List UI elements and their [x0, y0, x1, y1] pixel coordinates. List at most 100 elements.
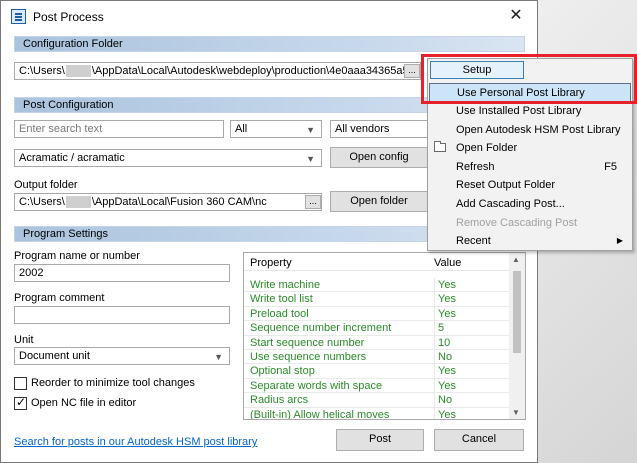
app-icon: [11, 9, 26, 24]
submenu-arrow-icon: ▶: [616, 236, 623, 245]
property-row[interactable]: Separate words with space Yes: [244, 378, 510, 394]
menu-item-label: Reset Output Folder: [456, 179, 556, 191]
post-select[interactable]: Acramatic / acramatic ▼: [14, 149, 322, 167]
unit-value: Document unit: [19, 350, 90, 362]
program-name-label: Program name or number: [14, 250, 140, 262]
unit-select[interactable]: Document unit ▼: [14, 347, 230, 365]
property-name: Preload tool: [250, 307, 309, 320]
property-grid-header: Property Value: [244, 253, 510, 271]
property-value[interactable]: No: [434, 393, 510, 408]
property-row[interactable]: Sequence number increment 5: [244, 321, 510, 336]
vendor-value: All vendors: [335, 123, 390, 135]
property-name: Radius arcs: [250, 394, 309, 407]
property-name: Write tool list: [250, 293, 313, 306]
property-name: Write machine: [250, 279, 321, 291]
property-row[interactable]: Preload tool Yes: [244, 306, 510, 322]
masked-username: [65, 196, 91, 209]
menu-item-use-installed-post-library[interactable]: Use Installed Post Library: [429, 102, 631, 121]
property-value[interactable]: Yes: [434, 278, 510, 293]
config-path-suffix: \AppData\Local\Autodesk\webdeploy\produc…: [91, 65, 421, 77]
menu-item-label: Use Installed Post Library: [456, 105, 582, 117]
property-row[interactable]: Write tool list Yes: [244, 292, 510, 307]
menu-item-refresh[interactable]: Refresh F5: [429, 158, 631, 177]
config-browse-button[interactable]: ...: [404, 64, 420, 78]
property-row[interactable]: Write machine Yes: [244, 278, 510, 293]
menu-item-open-hsm-post-library[interactable]: Open Autodesk HSM Post Library: [429, 121, 631, 140]
menu-item-label: Remove Cascading Post: [456, 217, 578, 229]
reorder-checkbox[interactable]: [14, 377, 27, 390]
unit-label: Unit: [14, 334, 34, 346]
property-name: Start sequence number: [250, 336, 365, 349]
property-value[interactable]: 5: [434, 321, 510, 336]
program-comment-input[interactable]: [14, 306, 230, 324]
output-browse-button[interactable]: ...: [305, 195, 321, 209]
open-nc-checkbox[interactable]: [14, 395, 27, 410]
scrollbar-thumb[interactable]: [513, 271, 521, 353]
title-bar[interactable]: Post Process ✕: [1, 1, 537, 32]
menu-item-remove-cascading-post: Remove Cascading Post: [429, 214, 631, 233]
property-value[interactable]: Yes: [434, 378, 510, 394]
program-comment-label: Program comment: [14, 292, 105, 304]
property-value[interactable]: No: [434, 349, 510, 365]
cancel-button[interactable]: Cancel: [434, 429, 524, 451]
menu-item-label: Refresh: [456, 161, 495, 173]
post-value: Acramatic / acramatic: [19, 152, 125, 164]
filter-select[interactable]: All ▼: [230, 120, 322, 138]
menu-item-open-folder[interactable]: Open Folder: [429, 139, 631, 158]
property-value[interactable]: Yes: [434, 364, 510, 379]
property-value[interactable]: 10: [434, 335, 510, 350]
property-grid-scrollbar[interactable]: ▲ ▼: [509, 253, 525, 419]
property-row[interactable]: Use sequence numbers No: [244, 349, 510, 365]
property-name: Optional stop: [250, 365, 315, 378]
configuration-folder-path[interactable]: C:\Users\ \AppData\Local\Autodesk\webdepl…: [14, 62, 421, 80]
section-header-configuration-folder: Configuration Folder: [14, 36, 525, 52]
reorder-label: Reorder to minimize tool changes: [31, 377, 195, 389]
search-posts-link[interactable]: Search for posts in our Autodesk HSM pos…: [14, 436, 257, 448]
post-button[interactable]: Post: [336, 429, 424, 451]
refresh-shortcut: F5: [604, 161, 617, 173]
property-rows: Write machine Yes Write tool list Yes Preloa…: [244, 278, 510, 420]
property-row[interactable]: Start sequence number 10: [244, 335, 510, 350]
menu-item-recent[interactable]: Recent ▶: [429, 232, 631, 251]
menu-item-label: Recent: [456, 235, 491, 247]
property-value[interactable]: Yes: [434, 306, 510, 322]
property-name: Use sequence numbers: [250, 350, 367, 363]
chevron-down-icon: ▼: [306, 125, 315, 135]
menu-item-reset-output-folder[interactable]: Reset Output Folder: [429, 176, 631, 195]
output-path-prefix: C:\Users\: [19, 196, 65, 208]
menu-item-add-cascading-post[interactable]: Add Cascading Post...: [429, 195, 631, 214]
property-row[interactable]: Radius arcs No: [244, 393, 510, 408]
masked-username: [65, 65, 91, 78]
property-name: (Built-in) Allow helical moves: [250, 408, 390, 420]
output-folder-label: Output folder: [14, 179, 78, 191]
menu-item-label: Open Folder: [456, 142, 518, 154]
menu-item-label: Open Autodesk HSM Post Library: [456, 124, 621, 136]
property-value[interactable]: Yes: [434, 407, 510, 419]
property-row[interactable]: Optional stop Yes: [244, 364, 510, 379]
column-header-property: Property: [250, 257, 292, 269]
scroll-down-icon[interactable]: ▼: [512, 408, 520, 417]
annotation-highlight-box: [421, 54, 637, 104]
column-header-value: Value: [434, 257, 462, 269]
filter-value: All: [235, 123, 248, 135]
property-name: Sequence number increment: [250, 322, 392, 335]
menu-item-label: Add Cascading Post...: [456, 198, 565, 210]
config-path-prefix: C:\Users\: [19, 65, 65, 77]
property-row[interactable]: (Built-in) Allow helical moves Yes: [244, 407, 510, 420]
scroll-up-icon[interactable]: ▲: [512, 255, 520, 264]
chevron-down-icon: ▼: [214, 352, 223, 362]
open-nc-label: Open NC file in editor: [31, 397, 137, 409]
vendor-select[interactable]: All vendors: [330, 120, 430, 138]
open-folder-button[interactable]: Open folder: [330, 191, 428, 212]
property-name: Separate words with space: [250, 379, 383, 392]
dialog-title: Post Process: [33, 10, 104, 24]
open-config-button[interactable]: Open config: [330, 147, 428, 168]
folder-icon: [434, 141, 446, 152]
output-path-suffix: \AppData\Local\Fusion 360 CAM\nc: [91, 196, 267, 208]
close-button[interactable]: ✕: [501, 5, 531, 27]
property-grid[interactable]: Property Value Write machine Yes Write too…: [243, 252, 526, 420]
program-name-input[interactable]: 2002: [14, 264, 230, 282]
output-folder-path[interactable]: C:\Users\ \AppData\Local\Fusion 360 CAM\n…: [14, 193, 322, 211]
property-value[interactable]: Yes: [434, 292, 510, 307]
search-input[interactable]: Enter search text: [14, 120, 224, 138]
